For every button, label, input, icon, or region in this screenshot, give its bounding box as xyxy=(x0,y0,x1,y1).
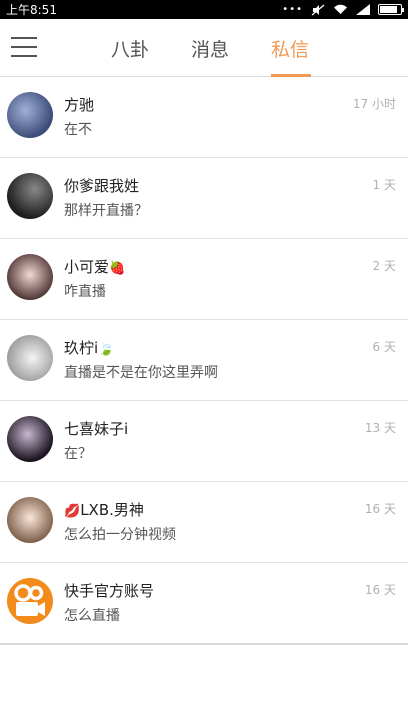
message-preview: 咋直播 xyxy=(64,284,106,300)
conversation-row[interactable]: 小可爱🍓 咋直播 2 天 xyxy=(0,239,408,320)
avatar[interactable] xyxy=(7,497,53,543)
leaf-icon: 🍃 xyxy=(98,342,115,357)
status-icons: ••• xyxy=(282,4,404,16)
status-time: 上午8:51 xyxy=(6,3,57,17)
message-time: 16 天 xyxy=(364,502,396,516)
tab-bar: 八卦 消息 私信 xyxy=(90,19,330,77)
message-preview: 直播是不是在你这里弄啊 xyxy=(64,365,218,381)
conversation-row[interactable]: 玖柠i🍃 直播是不是在你这里弄啊 6 天 xyxy=(0,320,408,401)
tab-gossip[interactable]: 八卦 xyxy=(90,19,170,77)
menu-icon[interactable] xyxy=(11,37,37,59)
contact-name: 玖柠i🍃 xyxy=(64,339,115,357)
mute-icon xyxy=(311,4,325,15)
conversation-list: 方驰 在不 17 小时 你爹跟我姓 那样开直播？ 1 天 小可爱🍓 咋直播 2 … xyxy=(0,77,408,644)
contact-name: 小可爱🍓 xyxy=(64,258,126,276)
message-preview: 怎么拍一分钟视频 xyxy=(64,527,176,543)
conversation-row[interactable]: 方驰 在不 17 小时 xyxy=(0,77,408,158)
battery-icon xyxy=(378,4,404,15)
message-time: 17 小时 xyxy=(352,97,396,111)
avatar[interactable] xyxy=(7,335,53,381)
header: 八卦 消息 私信 xyxy=(0,19,408,77)
tab-messages[interactable]: 消息 xyxy=(170,19,250,77)
message-time: 13 天 xyxy=(364,421,396,435)
signal-icon xyxy=(356,4,370,15)
contact-name: 你爹跟我姓 xyxy=(64,177,140,195)
contact-name: 💋LXB.男神 xyxy=(64,501,144,519)
message-time: 1 天 xyxy=(372,178,396,192)
contact-name: 快手官方账号 xyxy=(64,582,155,600)
lips-icon: 💋 xyxy=(64,504,81,519)
wifi-icon xyxy=(334,4,347,14)
avatar[interactable] xyxy=(7,416,53,462)
avatar[interactable] xyxy=(7,173,53,219)
message-preview: 怎么直播 xyxy=(64,608,120,624)
notification-dots: ••• xyxy=(282,4,303,15)
message-time: 6 天 xyxy=(372,340,396,354)
conversation-row[interactable]: 💋LXB.男神 怎么拍一分钟视频 16 天 xyxy=(0,482,408,563)
message-preview: 在？ xyxy=(64,446,92,462)
conversation-row[interactable]: 快手官方账号 怎么直播 16 天 xyxy=(0,563,408,644)
tab-private-messages[interactable]: 私信 xyxy=(250,19,330,77)
message-time: 16 天 xyxy=(364,583,396,597)
contact-name: 七喜妹子i xyxy=(64,420,129,438)
message-preview: 在不 xyxy=(64,122,92,138)
list-bottom-divider xyxy=(0,643,408,645)
avatar[interactable] xyxy=(7,254,53,300)
conversation-row[interactable]: 七喜妹子i 在？ 13 天 xyxy=(0,401,408,482)
conversation-row[interactable]: 你爹跟我姓 那样开直播？ 1 天 xyxy=(0,158,408,239)
contact-name: 方驰 xyxy=(64,96,95,114)
status-bar: 上午8:51 ••• xyxy=(0,0,408,19)
avatar[interactable] xyxy=(7,92,53,138)
message-preview: 那样开直播？ xyxy=(64,203,148,219)
message-time: 2 天 xyxy=(372,259,396,273)
strawberry-icon: 🍓 xyxy=(109,261,126,276)
kuaishou-logo-icon[interactable] xyxy=(7,578,53,624)
